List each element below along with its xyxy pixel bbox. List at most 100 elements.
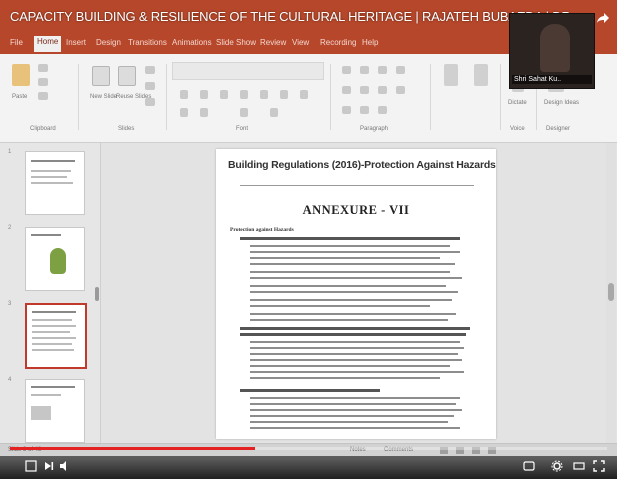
- slide-heading: Building Regulations (2016)-Protection A…: [228, 159, 496, 171]
- bold-icon[interactable]: [180, 90, 188, 99]
- video-progress-bar[interactable]: [10, 447, 607, 450]
- document-text-line: [250, 371, 464, 373]
- document-text-line: [250, 347, 464, 349]
- copy-icon[interactable]: [38, 78, 48, 86]
- strikethrough-icon[interactable]: [240, 90, 248, 99]
- bullets-icon[interactable]: [342, 66, 351, 74]
- section-icon[interactable]: [145, 98, 155, 106]
- group-designer: Designer: [546, 126, 571, 132]
- video-frame[interactable]: CAPACITY BUILDING & RESILIENCE OF THE CU…: [0, 0, 617, 479]
- document-text-line: [250, 245, 450, 247]
- document-text-line: [240, 237, 460, 240]
- play-icon[interactable]: [24, 460, 38, 474]
- align-text-icon[interactable]: [360, 106, 369, 114]
- document-text-line: [250, 359, 462, 361]
- slide-thumbnail-1[interactable]: [25, 151, 85, 215]
- format-painter-icon[interactable]: [38, 92, 48, 100]
- tab-recording[interactable]: Recording: [320, 38, 356, 47]
- tab-transitions[interactable]: Transitions: [128, 38, 167, 47]
- document-text-line: [250, 341, 460, 343]
- smartart-icon[interactable]: [378, 106, 387, 114]
- document-text-line: [250, 291, 458, 293]
- paste-icon[interactable]: [12, 64, 30, 86]
- document-text-line: [250, 251, 460, 253]
- tab-review[interactable]: Review: [260, 38, 286, 47]
- current-slide[interactable]: Building Regulations (2016)-Protection A…: [216, 149, 496, 439]
- tab-help[interactable]: Help: [362, 38, 378, 47]
- reuse-slides-icon[interactable]: [118, 66, 136, 86]
- editing-workspace: 1 2 3 4 Building Regulations (2016)-Prot…: [0, 143, 617, 443]
- document-text-line: [250, 427, 460, 429]
- slide-thumbnail-2[interactable]: [25, 227, 85, 291]
- font-name-dropdown[interactable]: [172, 62, 324, 80]
- vertical-scrollbar[interactable]: [606, 143, 616, 443]
- shapes-icon[interactable]: [444, 64, 458, 86]
- document-text-line: [250, 365, 450, 367]
- group-paragraph: Paragraph: [360, 126, 389, 132]
- cut-icon[interactable]: [38, 64, 48, 72]
- slide-thumbnail-4[interactable]: [25, 379, 85, 443]
- video-progress-played: [10, 447, 255, 450]
- slide-thumbnail-3[interactable]: [25, 303, 87, 369]
- tab-insert[interactable]: Insert: [66, 38, 86, 47]
- highlight-icon[interactable]: [300, 90, 308, 99]
- underline-icon[interactable]: [220, 90, 228, 99]
- settings-icon[interactable]: [550, 460, 564, 474]
- thumbnail-scrollbar[interactable]: [95, 287, 99, 301]
- tab-design[interactable]: Design: [96, 38, 121, 47]
- new-slide-label: New Slide: [90, 94, 118, 100]
- text-effects-icon[interactable]: [240, 108, 248, 117]
- tab-file[interactable]: File: [10, 38, 23, 47]
- italic-icon[interactable]: [200, 90, 208, 99]
- document-header-rule: [240, 185, 474, 186]
- group-clipboard: Clipboard: [30, 126, 56, 132]
- align-center-icon[interactable]: [360, 86, 369, 94]
- shadow-icon[interactable]: [260, 90, 268, 99]
- tab-slide-show[interactable]: Slide Show: [216, 38, 256, 47]
- document-text-line: [240, 333, 466, 336]
- volume-icon[interactable]: [58, 460, 72, 474]
- document-text-line: [250, 257, 440, 259]
- slide-thumbnail-pane: 1 2 3 4: [0, 143, 101, 443]
- new-slide-icon[interactable]: [92, 66, 110, 86]
- slide-number: 2: [8, 225, 12, 231]
- tab-view[interactable]: View: [292, 38, 309, 47]
- text-direction-icon[interactable]: [342, 106, 351, 114]
- reset-icon[interactable]: [145, 82, 155, 90]
- justify-icon[interactable]: [396, 86, 405, 94]
- document-text-line: [250, 299, 452, 301]
- video-title[interactable]: CAPACITY BUILDING & RESILIENCE OF THE CU…: [10, 9, 570, 27]
- arrange-icon[interactable]: [474, 64, 488, 86]
- next-icon[interactable]: [42, 460, 56, 474]
- group-font: Font: [236, 126, 249, 132]
- document-text-line: [250, 403, 456, 405]
- increase-indent-icon[interactable]: [396, 66, 405, 74]
- share-icon[interactable]: [596, 11, 610, 25]
- dictate-label: Dictate: [508, 100, 527, 106]
- document-text-line: [250, 415, 454, 417]
- align-left-icon[interactable]: [342, 86, 351, 94]
- vertical-scroll-thumb[interactable]: [608, 283, 614, 301]
- change-case-icon[interactable]: [200, 108, 208, 117]
- presenter-name: Shri Sahat Ku..: [512, 75, 592, 84]
- document-text-line: [250, 377, 440, 379]
- numbering-icon[interactable]: [360, 66, 369, 74]
- layout-icon[interactable]: [145, 66, 155, 74]
- document-text-line: [250, 285, 446, 287]
- theater-icon[interactable]: [572, 460, 586, 474]
- char-spacing-icon[interactable]: [180, 108, 188, 117]
- font-color-icon[interactable]: [280, 90, 288, 99]
- document-text-line: [250, 397, 460, 399]
- tab-home[interactable]: Home: [34, 36, 62, 52]
- group-voice: Voice: [510, 126, 525, 132]
- slide-number: 1: [8, 149, 12, 155]
- align-right-icon[interactable]: [378, 86, 387, 94]
- subtitles-icon[interactable]: [522, 460, 536, 474]
- fullscreen-icon[interactable]: [592, 460, 606, 474]
- decrease-indent-icon[interactable]: [378, 66, 387, 74]
- document-text-line: [250, 319, 448, 321]
- tab-animations[interactable]: Animations: [172, 38, 212, 47]
- design-ideas-label: Design Ideas: [544, 100, 580, 106]
- presenter-webcam: Shri Sahat Ku..: [509, 13, 595, 89]
- clear-format-icon[interactable]: [270, 108, 278, 117]
